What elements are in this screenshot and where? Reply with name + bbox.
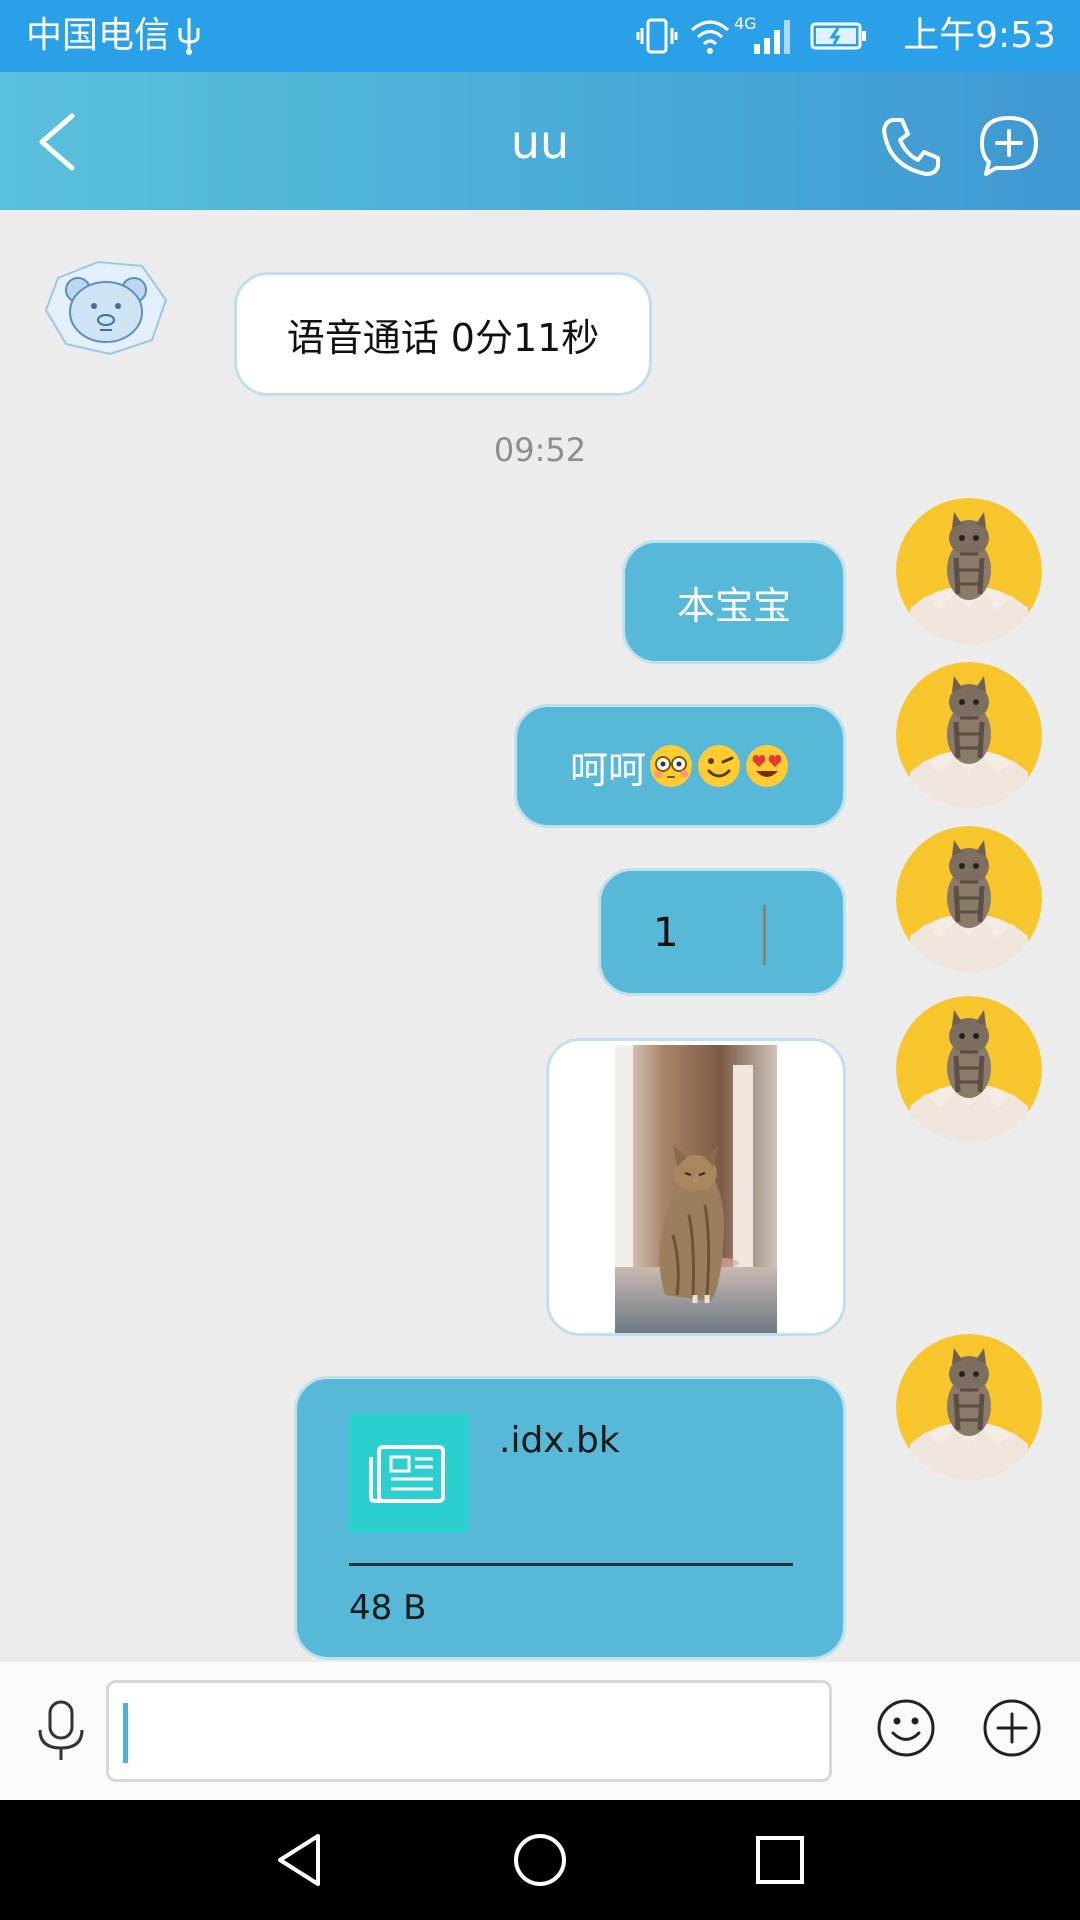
message-bubble-outgoing[interactable]: 1 (598, 868, 846, 996)
signal-icon (754, 20, 790, 54)
message-text: 语音通话 0分11秒 (286, 315, 600, 360)
plus-icon[interactable] (982, 1698, 1042, 1758)
chat-add-icon[interactable] (978, 114, 1040, 176)
back-triangle-icon[interactable] (272, 1830, 332, 1890)
recents-square-icon[interactable] (750, 1830, 810, 1890)
message-bubble-outgoing[interactable]: 呵呵 (514, 704, 846, 828)
my-avatar[interactable] (896, 826, 1042, 972)
my-avatar[interactable] (896, 996, 1042, 1142)
my-avatar[interactable] (896, 1334, 1042, 1480)
system-nav-bar (0, 1800, 1080, 1920)
usb-icon (178, 18, 200, 55)
file-type-icon (349, 1413, 469, 1533)
my-avatar[interactable] (896, 662, 1042, 808)
my-avatar[interactable] (896, 498, 1042, 644)
message-bubble-outgoing[interactable]: 本宝宝 (622, 540, 846, 664)
wifi-icon (691, 20, 729, 54)
file-message-bubble[interactable]: .idx.bk 48 B (294, 1376, 846, 1660)
message-input[interactable] (106, 1680, 832, 1782)
message-text: 呵呵 (569, 747, 646, 792)
document-icon (369, 1445, 445, 1503)
cat-photo-image[interactable] (615, 1045, 777, 1333)
phone-icon[interactable] (880, 116, 942, 178)
clock: 上午9:53 (903, 15, 1056, 56)
image-message-bubble[interactable] (546, 1038, 846, 1336)
flushed-face-emoji-icon (650, 745, 692, 787)
emoji-icon[interactable] (876, 1698, 936, 1758)
message-content: 呵呵 (517, 707, 843, 825)
contact-avatar[interactable] (38, 256, 172, 356)
file-divider (349, 1563, 793, 1566)
file-size: 48 B (349, 1588, 427, 1628)
message-timestamp: 09:52 (493, 431, 587, 469)
carrier-name: 中国电信 (26, 15, 171, 56)
bear-avatar-icon (44, 260, 168, 356)
status-bar: 中国电信 4G 上午9:53 (0, 0, 1080, 72)
message-text: 本宝宝 (676, 583, 791, 628)
message-bubble-incoming[interactable]: 语音通话 0分11秒 (234, 272, 652, 396)
text-cursor (763, 905, 766, 965)
home-circle-icon[interactable] (510, 1830, 570, 1890)
microphone-icon[interactable] (36, 1700, 86, 1762)
file-name: .idx.bk (499, 1420, 620, 1461)
battery-icon (810, 22, 866, 50)
message-text: 1 (653, 910, 679, 956)
vibrate-icon (636, 18, 678, 54)
message-input-bar (0, 1662, 1080, 1800)
winking-face-emoji-icon (698, 745, 740, 787)
input-caret (123, 1703, 128, 1763)
heart-eyes-emoji-icon (746, 745, 788, 787)
chat-header: uu (0, 72, 1080, 210)
